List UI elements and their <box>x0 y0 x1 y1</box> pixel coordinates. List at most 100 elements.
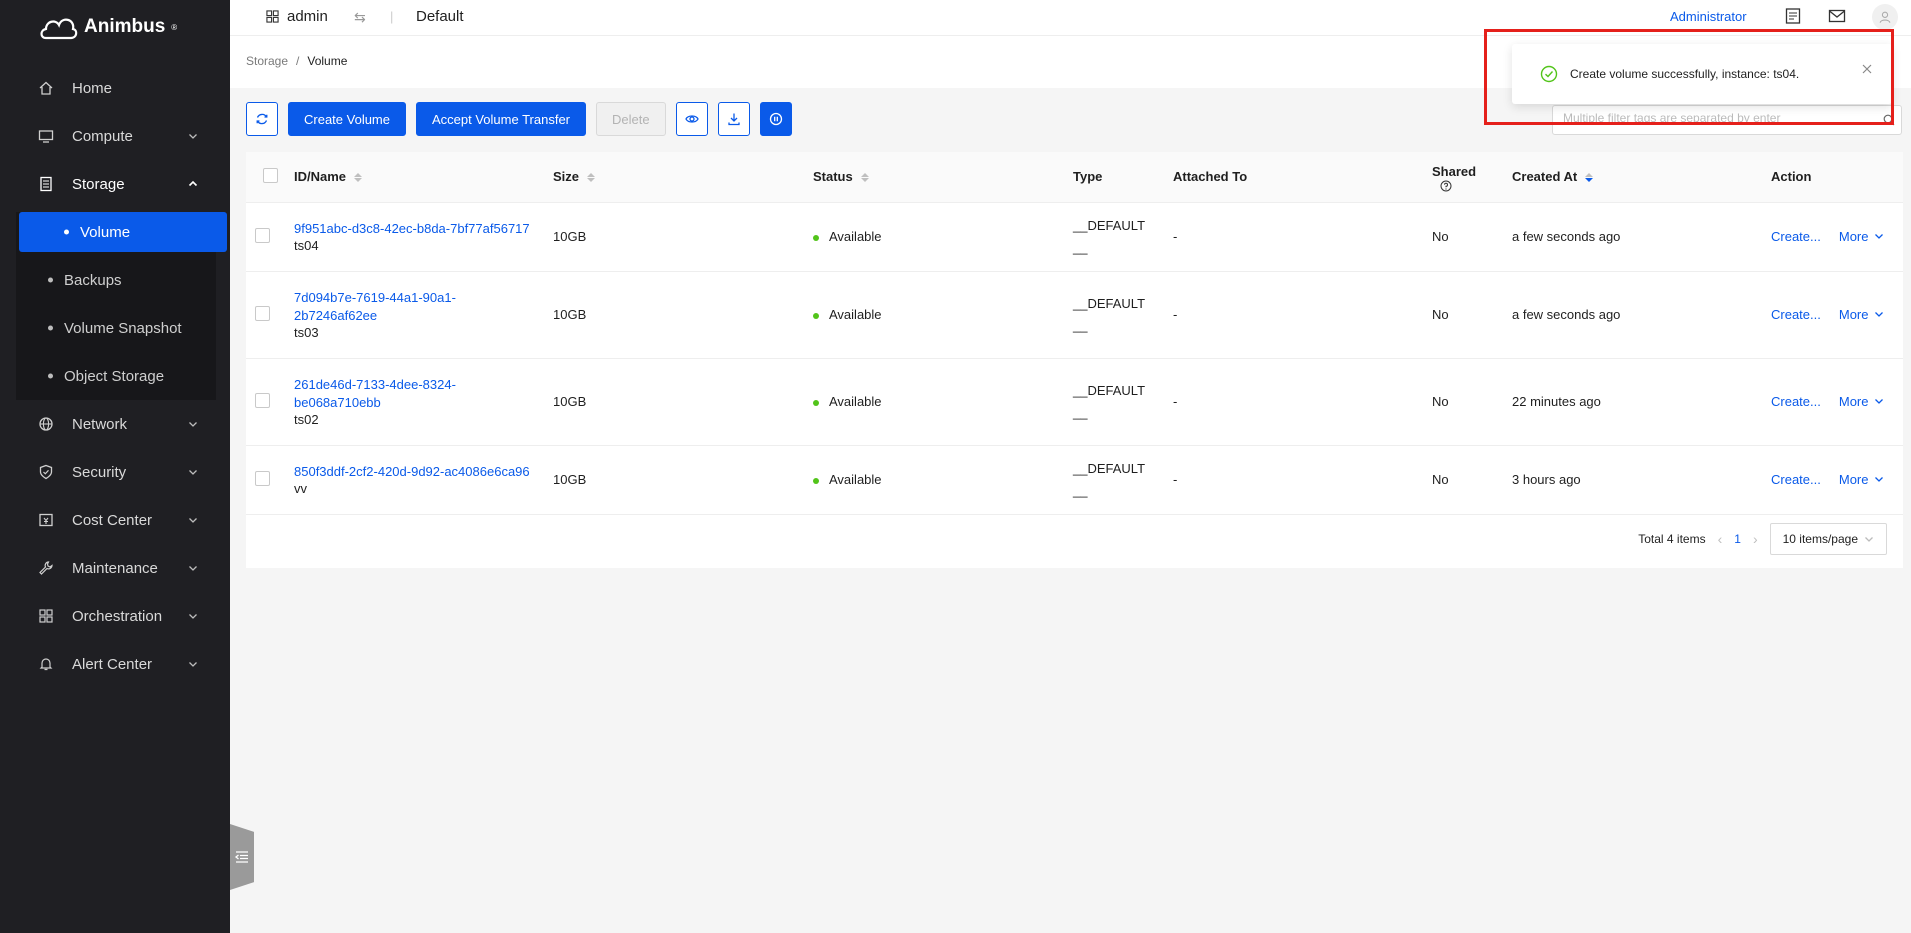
volume-type: __DEFAULT __ <box>1073 271 1173 359</box>
sidebar-subitem-volume-snapshot[interactable]: Volume Snapshot <box>0 304 216 352</box>
row-checkbox[interactable] <box>255 392 270 408</box>
sort-icon <box>1585 173 1594 183</box>
view-columns-button[interactable] <box>675 102 708 136</box>
create-volume-button[interactable]: Create Volume <box>288 102 406 136</box>
sidebar-nav: Home Compute Storage Volume Backups Volu… <box>0 64 230 688</box>
globe-icon <box>38 416 54 432</box>
sidebar-item-label: Network <box>72 415 128 433</box>
brand-name: Animbus <box>84 16 166 37</box>
storage-icon <box>38 176 54 192</box>
sort-icon <box>860 173 869 183</box>
column-header-created-at[interactable]: Created At <box>1512 152 1771 203</box>
sidebar-item-storage[interactable]: Storage <box>0 160 230 208</box>
more-dropdown[interactable]: More <box>1839 229 1885 244</box>
sort-icon <box>354 173 363 183</box>
header-label: Created At <box>1512 169 1578 185</box>
volume-id-link[interactable]: 7d094b7e-7619-44a1-90a1- 2b7246af62ee <box>294 289 553 325</box>
column-header-size[interactable]: Size <box>553 152 813 203</box>
sidebar-item-label: Compute <box>72 127 133 145</box>
sidebar-item-security[interactable]: Security <box>0 448 230 496</box>
create-action-link[interactable]: Create... <box>1771 472 1821 487</box>
sort-icon <box>587 173 596 183</box>
volume-id-link[interactable]: 9f951abc-d3c8-42ec-b8da-7bf77af56717 <box>294 220 553 238</box>
breadcrumb-storage[interactable]: Storage <box>246 54 288 68</box>
chevron-down-icon <box>1875 312 1884 317</box>
more-dropdown[interactable]: More <box>1839 472 1885 487</box>
sidebar-item-orchestration[interactable]: Orchestration <box>0 592 230 640</box>
table-row: 9f951abc-d3c8-42ec-b8da-7bf77af56717 ts04… <box>246 202 1903 272</box>
project-switcher[interactable]: admin <box>266 8 328 25</box>
volume-type: __DEFAULT __ <box>1073 445 1173 515</box>
row-checkbox[interactable] <box>255 227 270 243</box>
volume-attached-to: - <box>1173 445 1432 515</box>
status-label: Available <box>829 394 882 409</box>
sidebar-item-label: Storage <box>72 175 125 193</box>
volume-id-link[interactable]: 850f3ddf-2cf2-420d-9d92-ac4086e6ca96 <box>294 463 553 481</box>
wrench-icon <box>38 560 54 576</box>
select-all-checkbox[interactable] <box>263 167 278 183</box>
close-icon[interactable] <box>1862 64 1872 74</box>
sidebar-item-label: Maintenance <box>72 559 158 577</box>
search-icon[interactable] <box>1883 114 1895 126</box>
sidebar-item-network[interactable]: Network <box>0 400 230 448</box>
more-dropdown[interactable]: More <box>1839 394 1885 409</box>
column-header-status[interactable]: Status <box>813 152 1073 203</box>
status-label: Available <box>829 229 882 244</box>
header-label: Action <box>1771 169 1812 185</box>
sidebar-item-label: Cost Center <box>72 511 153 529</box>
create-action-link[interactable]: Create... <box>1771 307 1821 322</box>
filter-search-input[interactable]: Multiple filter tags are separated by en… <box>1552 105 1902 135</box>
status-label: Available <box>829 307 882 322</box>
refresh-button[interactable] <box>246 102 278 136</box>
column-header-action: Action <box>1771 152 1903 203</box>
sidebar-item-cost-center[interactable]: Cost Center <box>0 496 230 544</box>
prev-page-icon[interactable]: ‹ <box>1718 531 1723 547</box>
download-button[interactable] <box>717 102 750 136</box>
sidebar-subitem-backups[interactable]: Backups <box>0 256 216 304</box>
mail-icon[interactable] <box>1828 7 1846 25</box>
table-row: 261de46d-7133-4dee-8324- be068a710ebb ts02… <box>246 358 1903 446</box>
page-number[interactable]: 1 <box>1734 532 1741 546</box>
docs-icon[interactable] <box>1784 7 1802 25</box>
bell-icon <box>38 656 54 672</box>
volume-id-link[interactable]: 261de46d-7133-4dee-8324- be068a710ebb <box>294 376 553 412</box>
eye-icon <box>684 115 699 123</box>
pause-refresh-button[interactable] <box>759 102 792 136</box>
search-placeholder: Multiple filter tags are separated by en… <box>1563 111 1781 125</box>
create-action-link[interactable]: Create... <box>1771 394 1821 409</box>
user-avatar[interactable] <box>1872 4 1898 30</box>
next-page-icon[interactable]: › <box>1753 531 1758 547</box>
download-icon <box>727 113 740 126</box>
sidebar-item-maintenance[interactable]: Maintenance <box>0 544 230 592</box>
volume-type: __DEFAULT __ <box>1073 202 1173 272</box>
switch-project-icon[interactable]: ⇆ <box>354 9 366 26</box>
volume-status: Available <box>813 202 1073 272</box>
notification-message: Create volume successfully, instance: ts… <box>1570 67 1800 81</box>
help-circle-icon[interactable] <box>1440 180 1452 192</box>
project-grid-icon <box>266 10 279 23</box>
status-dot <box>813 399 819 406</box>
more-dropdown[interactable]: More <box>1839 307 1885 322</box>
sidebar-subitem-object-storage[interactable]: Object Storage <box>0 352 216 400</box>
accept-volume-transfer-button[interactable]: Accept Volume Transfer <box>416 102 587 136</box>
row-checkbox[interactable] <box>255 470 270 486</box>
row-checkbox[interactable] <box>255 305 270 321</box>
volume-table-card: ID/Name Size Status Type Attached To Sha… <box>246 152 1903 568</box>
sidebar-item-home[interactable]: Home <box>0 64 230 112</box>
sidebar-item-alert-center[interactable]: Alert Center <box>0 640 230 688</box>
sidebar-collapse-handle[interactable] <box>230 824 254 890</box>
volume-shared: No <box>1432 445 1512 515</box>
delete-button[interactable]: Delete <box>596 102 666 136</box>
brand-logo[interactable]: Animbus ® <box>38 12 177 42</box>
page-size-select[interactable]: 10 items/page <box>1769 523 1887 555</box>
sidebar-item-label: Security <box>72 463 127 481</box>
sidebar-item-compute[interactable]: Compute <box>0 112 230 160</box>
volume-name: ts03 <box>294 325 319 340</box>
column-header-id-name[interactable]: ID/Name <box>294 152 553 203</box>
volume-name: vv <box>294 481 307 496</box>
create-action-link[interactable]: Create... <box>1771 229 1821 244</box>
sidebar-subitem-volume[interactable]: Volume <box>19 212 227 252</box>
chevron-down-icon <box>189 566 197 571</box>
volume-created-at: 22 minutes ago <box>1512 358 1771 446</box>
administrator-link[interactable]: Administrator <box>1670 9 1747 24</box>
